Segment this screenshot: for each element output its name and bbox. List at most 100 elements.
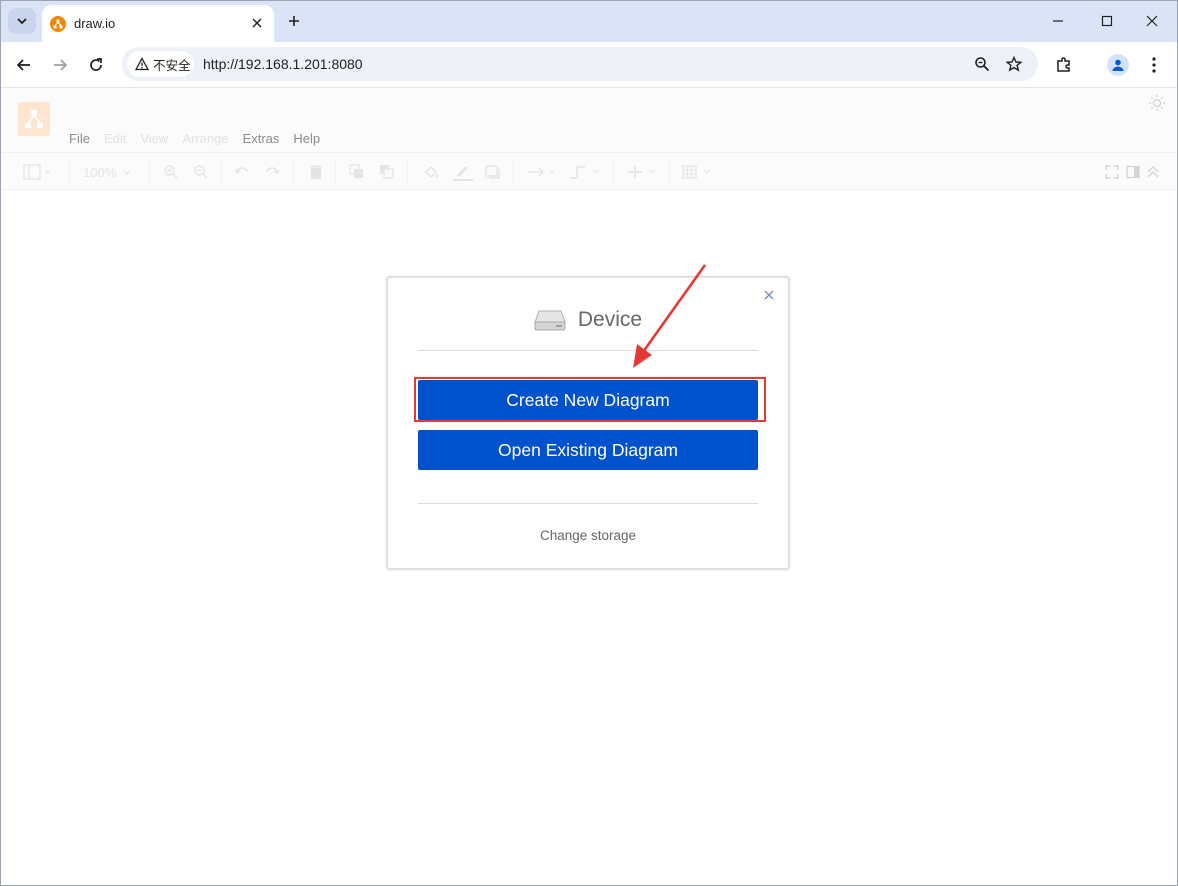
menu-item-arrange: Arrange — [182, 131, 229, 146]
table-icon — [682, 165, 711, 179]
forward-button[interactable] — [46, 51, 74, 79]
zoom-in-icon — [164, 165, 178, 179]
chevron-down-icon — [123, 170, 131, 175]
maximize-icon — [1101, 15, 1113, 27]
to-back-button[interactable] — [379, 163, 395, 181]
menu-item-file[interactable]: File — [69, 131, 90, 146]
arrow-right-icon — [528, 167, 556, 177]
menu-item-extras[interactable]: Extras — [243, 131, 280, 146]
line-color-button[interactable] — [453, 163, 473, 181]
table-button[interactable] — [682, 163, 714, 181]
new-tab-button[interactable] — [283, 10, 305, 32]
minimize-icon — [1053, 20, 1063, 22]
menu-item-edit: Edit — [103, 131, 127, 146]
menu-bar: File Edit View Arrange Extras Help — [69, 131, 334, 146]
to-front-icon — [349, 164, 363, 178]
drawio-logo-icon — [18, 102, 50, 136]
more-vert-icon — [1152, 57, 1156, 73]
redo-button[interactable] — [264, 163, 280, 181]
dialog-close-button[interactable] — [762, 288, 776, 302]
open-existing-diagram-button[interactable]: Open Existing Diagram — [418, 430, 758, 470]
minimize-button[interactable] — [1043, 7, 1073, 35]
undo-button[interactable] — [234, 163, 250, 181]
pen-icon — [453, 166, 473, 181]
app-toolbar: 100% — [1, 152, 1176, 190]
zoom-level: 100% — [83, 164, 117, 180]
reload-button[interactable] — [82, 51, 110, 79]
warning-icon — [135, 57, 149, 71]
dialog-header: Device — [388, 308, 788, 332]
browser-menu-button[interactable] — [1140, 51, 1168, 79]
window-close-button[interactable] — [1137, 7, 1167, 35]
storage-dialog: Device Create New Diagram Open Existing … — [386, 276, 790, 570]
sidebar-icon — [1126, 165, 1140, 179]
plus-icon — [289, 16, 299, 26]
format-toggle-button[interactable] — [1126, 163, 1140, 181]
fill-color-button[interactable] — [423, 163, 439, 181]
url-text: http://192.168.1.201:8080 — [203, 56, 363, 72]
format-panel-toggle[interactable] — [23, 163, 51, 181]
to-front-button[interactable] — [349, 163, 365, 181]
dialog-title: Device — [577, 308, 643, 331]
browser-tab-bar: draw.io — [0, 0, 1178, 42]
bookmark-button[interactable] — [1004, 54, 1024, 74]
browser-toolbar: 不安全 http://192.168.1.201:8080 — [0, 42, 1178, 88]
maximize-button[interactable] — [1092, 7, 1122, 35]
zoom-out-button[interactable] — [193, 163, 209, 181]
dialog-divider — [418, 503, 758, 504]
puzzle-icon — [1057, 57, 1070, 72]
menu-item-view: View — [140, 131, 169, 146]
drawio-favicon-icon — [50, 15, 66, 32]
person-icon — [1112, 59, 1124, 71]
redo-icon — [266, 167, 280, 174]
extensions-button[interactable] — [1050, 51, 1078, 79]
shadow-button[interactable] — [485, 163, 501, 181]
app-header: File Edit View Arrange Extras Help — [1, 88, 1176, 152]
security-label: 不安全 — [153, 58, 191, 73]
close-icon — [764, 290, 774, 300]
close-icon — [1146, 15, 1158, 27]
zoom-button[interactable] — [972, 54, 992, 74]
to-back-icon — [380, 165, 394, 179]
star-icon — [1006, 56, 1022, 72]
dialog-divider — [418, 350, 758, 351]
arrow-left-icon — [16, 59, 30, 71]
arrow-right-icon — [54, 59, 68, 71]
profile-button[interactable] — [1104, 51, 1132, 79]
sun-icon[interactable] — [1148, 94, 1166, 112]
zoom-in-button[interactable] — [163, 163, 179, 181]
panel-icon — [23, 164, 51, 180]
shadow-icon — [485, 165, 500, 179]
back-button[interactable] — [10, 51, 38, 79]
close-icon — [252, 18, 262, 28]
menu-item-help[interactable]: Help — [293, 131, 320, 146]
waypoints-button[interactable] — [569, 163, 601, 181]
tab-search-button[interactable] — [8, 8, 36, 34]
undo-icon — [234, 167, 248, 174]
address-bar[interactable]: 不安全 http://192.168.1.201:8080 — [122, 47, 1038, 81]
delete-button[interactable] — [308, 163, 324, 181]
reload-icon — [90, 58, 102, 71]
trash-icon — [310, 165, 322, 179]
fullscreen-button[interactable] — [1105, 163, 1119, 181]
zoom-icon — [975, 57, 990, 72]
hard-drive-icon — [534, 310, 566, 331]
plus-icon — [628, 165, 656, 179]
waypoints-icon — [570, 166, 600, 179]
security-chip[interactable]: 不安全 — [127, 51, 194, 77]
change-storage-link[interactable]: Change storage — [388, 528, 788, 543]
tab-close-button[interactable] — [248, 14, 266, 32]
collapse-toolbar-button[interactable] — [1146, 163, 1160, 181]
avatar — [1107, 54, 1129, 76]
chevron-down-icon — [17, 18, 27, 25]
chevron-up-double-icon — [1147, 166, 1159, 178]
zoom-out-icon — [194, 165, 208, 179]
fullscreen-icon — [1105, 165, 1119, 179]
insert-button[interactable] — [627, 163, 657, 181]
tab-title: draw.io — [74, 16, 116, 31]
connection-button[interactable] — [527, 163, 557, 181]
annotation-highlight-box — [414, 377, 766, 422]
fill-icon — [425, 166, 439, 178]
browser-tab[interactable]: draw.io — [42, 5, 274, 42]
zoom-dropdown[interactable]: 100% — [83, 163, 132, 181]
